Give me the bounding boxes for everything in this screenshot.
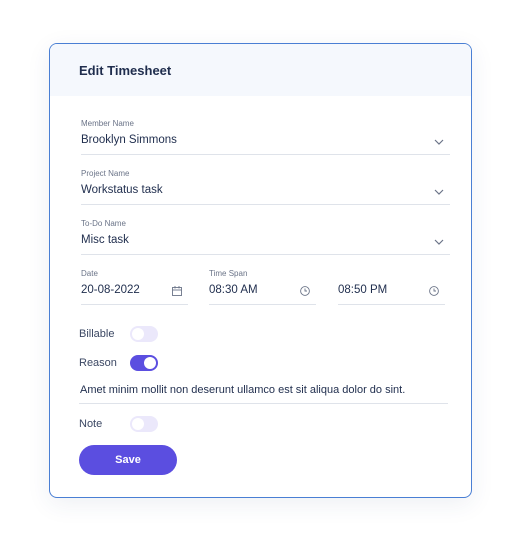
note-row: Note bbox=[79, 416, 158, 432]
date-input[interactable]: Date 20-08-2022 bbox=[81, 269, 188, 305]
chevron-down-icon bbox=[434, 189, 444, 195]
chevron-down-icon bbox=[434, 139, 444, 145]
todo-name-select[interactable]: To-Do Name Misc task bbox=[81, 219, 450, 255]
reason-text-input[interactable]: Amet minim mollit non deserunt ullamco e… bbox=[80, 384, 405, 396]
member-name-value: Brooklyn Simmons bbox=[81, 134, 177, 146]
save-button[interactable]: Save bbox=[79, 445, 177, 475]
divider bbox=[209, 304, 316, 305]
chevron-down-icon bbox=[434, 239, 444, 245]
date-label: Date bbox=[81, 269, 98, 278]
divider bbox=[81, 304, 188, 305]
dialog-header: Edit Timesheet bbox=[50, 44, 471, 96]
end-time-input[interactable]: 08:50 PM bbox=[338, 269, 445, 305]
divider bbox=[81, 154, 450, 155]
dialog-title: Edit Timesheet bbox=[79, 62, 172, 78]
calendar-icon[interactable] bbox=[172, 286, 182, 296]
divider bbox=[79, 403, 448, 404]
reason-label: Reason bbox=[79, 357, 117, 369]
reason-row: Reason bbox=[79, 355, 158, 371]
member-name-label: Member Name bbox=[81, 119, 134, 128]
project-name-select[interactable]: Project Name Workstatus task bbox=[81, 169, 450, 205]
billable-label: Billable bbox=[79, 328, 115, 340]
edit-timesheet-dialog: Edit Timesheet Member Name Brooklyn Simm… bbox=[49, 43, 472, 498]
clock-icon[interactable] bbox=[300, 286, 310, 296]
divider bbox=[81, 254, 450, 255]
member-name-select[interactable]: Member Name Brooklyn Simmons bbox=[81, 119, 450, 155]
divider bbox=[338, 304, 445, 305]
billable-row: Billable bbox=[79, 326, 158, 342]
project-name-label: Project Name bbox=[81, 169, 130, 178]
reason-toggle[interactable] bbox=[130, 355, 158, 371]
note-label: Note bbox=[79, 418, 103, 430]
divider bbox=[81, 204, 450, 205]
todo-name-value: Misc task bbox=[81, 234, 129, 246]
billable-toggle[interactable] bbox=[130, 326, 158, 342]
note-toggle[interactable] bbox=[130, 416, 158, 432]
start-time-input[interactable]: Time Span 08:30 AM bbox=[209, 269, 316, 305]
todo-name-label: To-Do Name bbox=[81, 219, 126, 228]
time-span-label: Time Span bbox=[209, 269, 248, 278]
project-name-value: Workstatus task bbox=[81, 184, 163, 196]
clock-icon[interactable] bbox=[429, 286, 439, 296]
